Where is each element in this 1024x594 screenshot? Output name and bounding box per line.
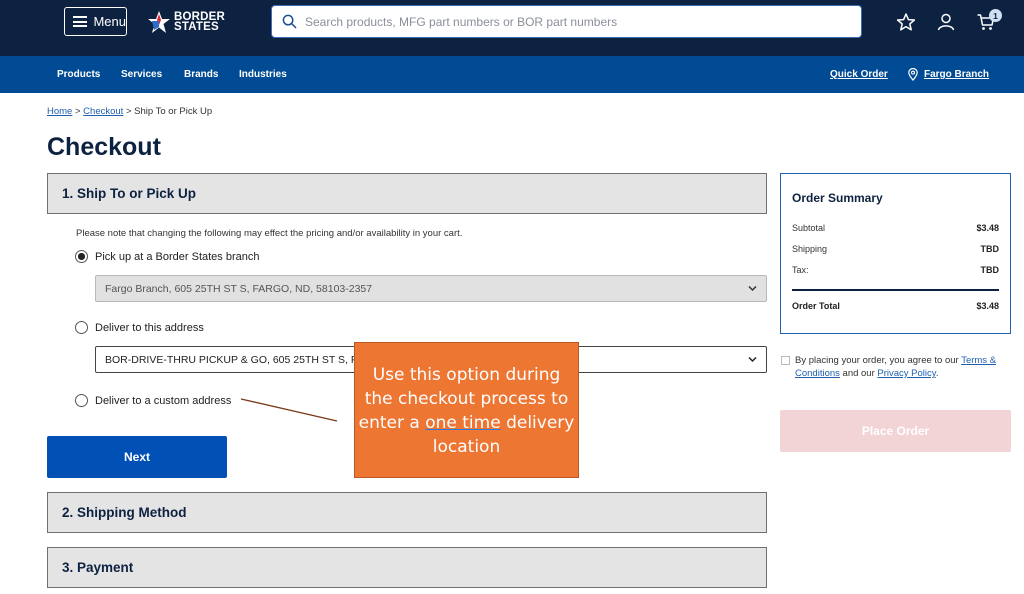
tax-row: Tax: TBD	[792, 265, 999, 275]
breadcrumb-current: Ship To or Pick Up	[134, 106, 213, 117]
account-button[interactable]	[936, 12, 956, 32]
terms-text-part: By placing your order, you agree to our	[795, 355, 962, 366]
nav-industries[interactable]: Industries	[239, 69, 287, 80]
location-pin-icon	[908, 68, 918, 81]
tax-label: Tax:	[792, 265, 809, 275]
pickup-label: Pick up at a Border States branch	[95, 250, 260, 263]
order-summary-title: Order Summary	[792, 191, 883, 205]
subtotal-label: Subtotal	[792, 223, 826, 233]
breadcrumb: Home > Checkout > Ship To or Pick Up	[47, 106, 212, 117]
option-custom-address[interactable]: Deliver to a custom address	[75, 394, 231, 407]
pickup-radio[interactable]	[75, 250, 88, 263]
border-states-logo[interactable]: BORDER STATES	[148, 10, 225, 34]
shipping-value: TBD	[980, 244, 1000, 254]
option-pickup[interactable]: Pick up at a Border States branch	[75, 250, 259, 263]
callout-emphasis: one time	[425, 413, 501, 433]
tax-value: TBD	[980, 265, 1000, 275]
search-bar[interactable]	[271, 5, 862, 38]
logo-line-2: STATES	[174, 21, 219, 33]
breadcrumb-separator: >	[123, 106, 135, 117]
terms-text: By placing your order, you agree to our …	[795, 354, 1011, 380]
place-order-button[interactable]: Place Order	[780, 410, 1011, 452]
callout-line-2: the checkout process to	[364, 389, 569, 409]
callout-line-4: location	[432, 437, 501, 457]
terms-checkbox[interactable]	[781, 356, 790, 365]
nav-brands[interactable]: Brands	[184, 69, 218, 80]
search-input[interactable]	[305, 14, 845, 29]
privacy-policy-link[interactable]: Privacy Policy	[877, 368, 935, 379]
pricing-note: Please note that changing the following …	[76, 228, 463, 239]
custom-address-label: Deliver to a custom address	[95, 394, 232, 407]
breadcrumb-separator: >	[72, 106, 84, 117]
terms-agreement: By placing your order, you agree to our …	[781, 354, 1011, 380]
option-deliver[interactable]: Deliver to this address	[75, 321, 204, 334]
order-total-value: $3.48	[976, 301, 999, 311]
callout-text: delivery	[500, 413, 575, 433]
breadcrumb-home[interactable]: Home	[47, 106, 72, 117]
subtotal-value: $3.48	[976, 223, 999, 233]
callout-text: enter a	[358, 413, 426, 433]
callout-line-3: enter a one time delivery	[355, 411, 578, 435]
star-icon	[896, 13, 916, 31]
step-payment[interactable]: 3. Payment	[47, 547, 767, 588]
deliver-address-value: BOR-DRIVE-THRU PICKUP & GO, 605 25TH ST …	[105, 353, 364, 366]
chevron-down-icon	[748, 285, 757, 292]
order-total-row: Order Total $3.48	[792, 301, 999, 311]
breadcrumb-checkout[interactable]: Checkout	[83, 106, 123, 117]
deliver-radio[interactable]	[75, 321, 88, 334]
shipping-row: Shipping TBD	[792, 244, 999, 254]
main-nav: Products Services Brands Industries Quic…	[0, 56, 1024, 93]
nav-services[interactable]: Services	[121, 69, 162, 80]
logo-star-icon	[148, 11, 170, 33]
custom-address-radio[interactable]	[75, 394, 88, 407]
page-title: Checkout	[47, 133, 161, 161]
next-button[interactable]: Next	[47, 436, 227, 478]
shipping-label: Shipping	[792, 244, 828, 254]
branch-link[interactable]: Fargo Branch	[924, 69, 989, 80]
hamburger-icon	[73, 16, 87, 27]
step-ship-to-pick-up[interactable]: 1. Ship To or Pick Up	[47, 173, 767, 214]
pickup-branch-value: Fargo Branch, 605 25TH ST S, FARGO, ND, …	[105, 282, 373, 295]
nav-products[interactable]: Products	[57, 69, 100, 80]
menu-label: Menu	[93, 14, 126, 29]
deliver-label: Deliver to this address	[95, 321, 204, 334]
subtotal-row: Subtotal $3.48	[792, 223, 999, 233]
menu-button[interactable]: Menu	[64, 7, 127, 36]
pickup-branch-select[interactable]: Fargo Branch, 605 25TH ST S, FARGO, ND, …	[95, 275, 767, 302]
order-total-label: Order Total	[792, 301, 840, 311]
annotation-callout: Use this option during the checkout proc…	[354, 342, 579, 478]
user-icon	[937, 13, 955, 31]
top-header: Menu BORDER STATES Search products, MFG …	[0, 0, 1024, 56]
step-shipping-method[interactable]: 2. Shipping Method	[47, 492, 767, 533]
favorites-button[interactable]	[896, 12, 916, 32]
cart-count-badge: 1	[989, 9, 1002, 22]
chevron-down-icon	[748, 356, 757, 363]
order-summary: Order Summary Subtotal $3.48 Shipping TB…	[780, 173, 1011, 334]
search-icon	[282, 14, 297, 29]
quick-order-link[interactable]: Quick Order	[830, 69, 888, 80]
callout-line-1: Use this option during	[372, 365, 561, 385]
terms-text-part: .	[935, 368, 939, 379]
terms-text-part: and our	[839, 368, 878, 379]
summary-divider	[792, 289, 999, 291]
